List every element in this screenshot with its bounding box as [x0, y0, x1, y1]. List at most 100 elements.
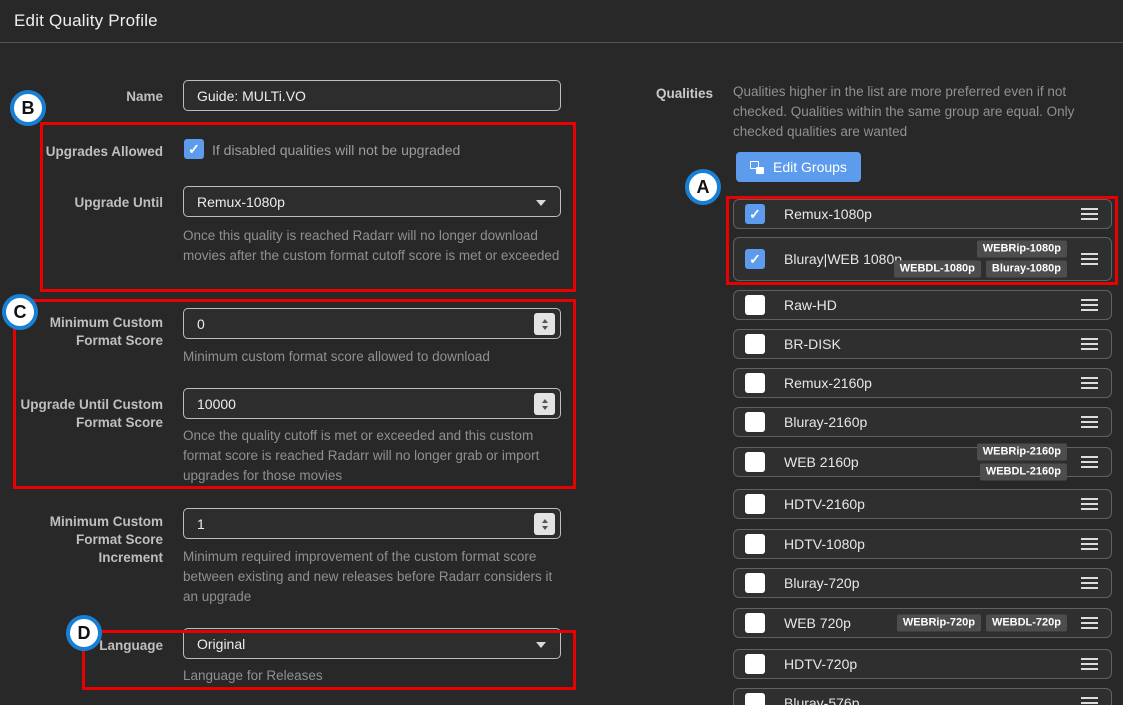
- quality-checkbox[interactable]: [745, 452, 765, 472]
- language-select[interactable]: Original: [183, 628, 561, 659]
- quality-checkbox[interactable]: ✓: [745, 249, 765, 269]
- quality-badge: WEBDL-2160p: [980, 464, 1067, 481]
- upgrades-allowed-caption: If disabled qualities will not be upgrad…: [212, 142, 460, 158]
- up-down-stepper-icon[interactable]: [534, 513, 555, 535]
- quality-row[interactable]: Bluray-576p: [733, 688, 1112, 705]
- min-format-score-help: Minimum custom format score allowed to d…: [183, 347, 563, 367]
- quality-checkbox[interactable]: [745, 693, 765, 705]
- quality-badge: WEBRip-2160p: [977, 444, 1067, 461]
- quality-row[interactable]: Bluray-2160p: [733, 407, 1112, 437]
- quality-checkbox[interactable]: [745, 334, 765, 354]
- annotation-marker-c: C: [2, 294, 38, 330]
- quality-label: Bluray-720p: [784, 575, 860, 591]
- quality-badge: Bluray-1080p: [986, 261, 1067, 278]
- quality-checkbox[interactable]: [745, 613, 765, 633]
- quality-label: Remux-1080p: [784, 206, 872, 222]
- quality-checkbox[interactable]: ✓: [745, 204, 765, 224]
- up-down-stepper-icon[interactable]: [534, 393, 555, 415]
- clone-icon: [750, 161, 764, 174]
- quality-label: WEB 720p: [784, 615, 851, 631]
- quality-badge: WEBRip-1080p: [977, 241, 1067, 258]
- quality-checkbox[interactable]: [745, 412, 765, 432]
- quality-row[interactable]: HDTV-720p: [733, 649, 1112, 679]
- drag-handle-icon[interactable]: [1081, 577, 1098, 589]
- quality-checkbox[interactable]: [745, 573, 765, 593]
- quality-badge: WEBDL-1080p: [894, 261, 981, 278]
- annotation-marker-a: A: [685, 169, 721, 205]
- quality-badges: WEBRip-720p WEBDL-720p: [897, 615, 1067, 632]
- min-increment-input[interactable]: 1: [183, 508, 561, 539]
- upgrade-until-score-value: 10000: [197, 396, 236, 412]
- quality-label: HDTV-2160p: [784, 496, 865, 512]
- drag-handle-icon[interactable]: [1081, 377, 1098, 389]
- drag-handle-icon[interactable]: [1081, 538, 1098, 550]
- quality-row[interactable]: ✓ Remux-1080p: [733, 199, 1112, 229]
- quality-label: Raw-HD: [784, 297, 837, 313]
- quality-row[interactable]: WEB 2160pWEBRip-2160pWEBDL-2160p: [733, 447, 1112, 477]
- qualities-label: Qualities: [600, 86, 713, 101]
- min-increment-help: Minimum required improvement of the cust…: [183, 547, 563, 607]
- up-down-stepper-icon[interactable]: [534, 313, 555, 335]
- quality-badges: WEBRip-1080p WEBDL-1080p Bluray-1080p: [887, 241, 1067, 278]
- quality-label: Bluray|WEB 1080p: [784, 251, 902, 267]
- upgrade-until-score-label: Upgrade Until Custom Format Score: [13, 396, 163, 432]
- quality-row[interactable]: HDTV-1080p: [733, 529, 1112, 559]
- quality-badges: WEBRip-2160p WEBDL-2160p: [887, 444, 1067, 481]
- quality-label: Remux-2160p: [784, 375, 872, 391]
- quality-checkbox[interactable]: [745, 373, 765, 393]
- quality-label: Bluray-576p: [784, 695, 860, 705]
- quality-row[interactable]: Bluray-720p: [733, 568, 1112, 598]
- quality-badge: WEBDL-720p: [986, 615, 1067, 632]
- min-format-score-label: Minimum Custom Format Score: [43, 314, 163, 350]
- upgrade-until-label: Upgrade Until: [0, 194, 163, 212]
- quality-checkbox[interactable]: [745, 534, 765, 554]
- quality-row[interactable]: ✓ Bluray|WEB 1080p WEBRip-1080p WEBDL-1080p…: [733, 237, 1112, 281]
- page-title: Edit Quality Profile: [0, 11, 158, 31]
- drag-handle-icon[interactable]: [1081, 658, 1098, 670]
- quality-row[interactable]: WEB 720p WEBRip-720p WEBDL-720p: [733, 608, 1112, 638]
- quality-checkbox[interactable]: [745, 494, 765, 514]
- quality-label: WEB 2160p: [784, 454, 859, 470]
- upgrade-until-score-input[interactable]: 10000: [183, 388, 561, 419]
- min-format-score-value: 0: [197, 316, 205, 332]
- qualities-description: Qualities higher in the list are more pr…: [733, 82, 1108, 142]
- quality-label: BR-DISK: [784, 336, 841, 352]
- quality-label: Bluray-2160p: [784, 414, 867, 430]
- min-increment-value: 1: [197, 516, 205, 532]
- edit-quality-profile-modal: Edit Quality Profile Name Guide: MULTi.V…: [0, 0, 1123, 705]
- drag-handle-icon[interactable]: [1081, 416, 1098, 428]
- upgrade-until-value: Remux-1080p: [197, 194, 285, 210]
- language-value: Original: [197, 636, 245, 652]
- drag-handle-icon[interactable]: [1081, 498, 1098, 510]
- quality-row[interactable]: HDTV-2160p: [733, 489, 1112, 519]
- edit-groups-button[interactable]: Edit Groups: [736, 152, 861, 182]
- quality-row[interactable]: Raw-HD: [733, 290, 1112, 320]
- quality-checkbox[interactable]: [745, 654, 765, 674]
- name-label: Name: [0, 88, 163, 106]
- drag-handle-icon[interactable]: [1081, 697, 1098, 705]
- language-label: Language: [0, 637, 163, 655]
- quality-checkbox[interactable]: [745, 295, 765, 315]
- upgrades-allowed-checkbox[interactable]: ✓: [184, 139, 204, 159]
- upgrades-allowed-label: Upgrades Allowed: [0, 143, 163, 161]
- upgrade-until-select[interactable]: Remux-1080p: [183, 186, 561, 217]
- upgrade-until-score-help: Once the quality cutoff is met or exceed…: [183, 426, 563, 486]
- drag-handle-icon[interactable]: [1081, 208, 1098, 220]
- quality-row[interactable]: Remux-2160p: [733, 368, 1112, 398]
- drag-handle-icon[interactable]: [1081, 456, 1098, 468]
- quality-badge: WEBRip-720p: [897, 615, 981, 632]
- drag-handle-icon[interactable]: [1081, 338, 1098, 350]
- quality-row[interactable]: BR-DISK: [733, 329, 1112, 359]
- language-help: Language for Releases: [183, 666, 563, 686]
- upgrade-until-help: Once this quality is reached Radarr will…: [183, 226, 563, 266]
- name-input[interactable]: Guide: MULTi.VO: [183, 80, 561, 111]
- min-increment-label: Minimum Custom Format Score Increment: [38, 513, 163, 567]
- edit-groups-label: Edit Groups: [773, 159, 847, 175]
- quality-label: HDTV-720p: [784, 656, 857, 672]
- modal-header: Edit Quality Profile: [0, 0, 1123, 43]
- drag-handle-icon[interactable]: [1081, 617, 1098, 629]
- drag-handle-icon[interactable]: [1081, 299, 1098, 311]
- quality-label: HDTV-1080p: [784, 536, 865, 552]
- min-format-score-input[interactable]: 0: [183, 308, 561, 339]
- drag-handle-icon[interactable]: [1081, 253, 1098, 265]
